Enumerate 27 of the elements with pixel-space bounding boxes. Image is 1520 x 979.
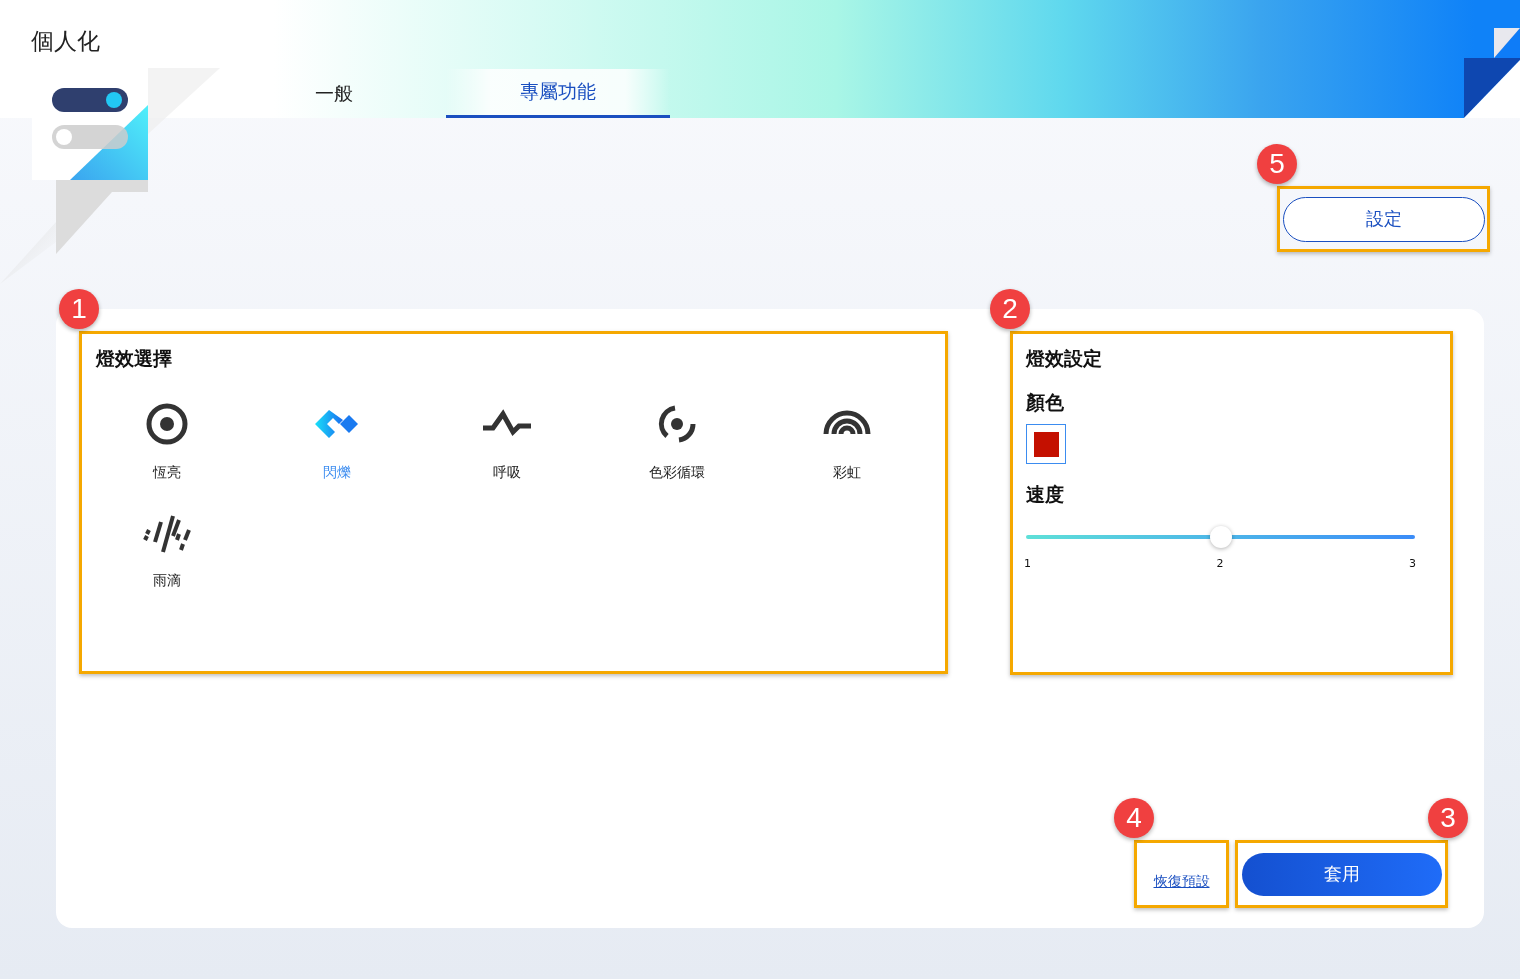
effect-option[interactable]: 雨滴 [82,508,252,590]
effect-option[interactable]: 色彩循環 [592,400,762,482]
page-title: 個人化 [31,27,100,56]
restore-default-link[interactable]: 恢復預設 [1153,873,1210,891]
section-title: 燈效選擇 [96,346,173,371]
tick-label: 3 [1409,557,1416,570]
color-swatch[interactable] [1026,424,1066,464]
callout-number: 5 [1257,144,1297,184]
tick-label: 2 [1216,557,1224,570]
speed-slider[interactable] [1026,526,1415,548]
callout-number: 3 [1428,798,1468,838]
color-label: 顏色 [1026,390,1065,415]
slider-thumb[interactable] [1209,526,1232,548]
effect-option[interactable]: 恆亮 [82,400,252,482]
tab[interactable]: 專屬功能 [446,69,670,118]
tick-label: 1 [1024,557,1031,570]
effect-option[interactable]: 呼吸 [422,400,592,482]
callout-number: 1 [59,289,99,329]
section-title: 燈效設定 [1026,346,1103,371]
tab[interactable]: 一般 [222,69,446,118]
callout-number: 4 [1114,798,1154,838]
speed-label: 速度 [1026,482,1065,507]
effect-option[interactable]: 閃爍 [252,400,422,482]
apply-button[interactable]: 套用 [1241,852,1442,896]
effect-option[interactable]: 彩虹 [762,400,932,482]
callout-number: 2 [990,289,1030,329]
settings-button[interactable]: 設定 [1282,196,1485,242]
